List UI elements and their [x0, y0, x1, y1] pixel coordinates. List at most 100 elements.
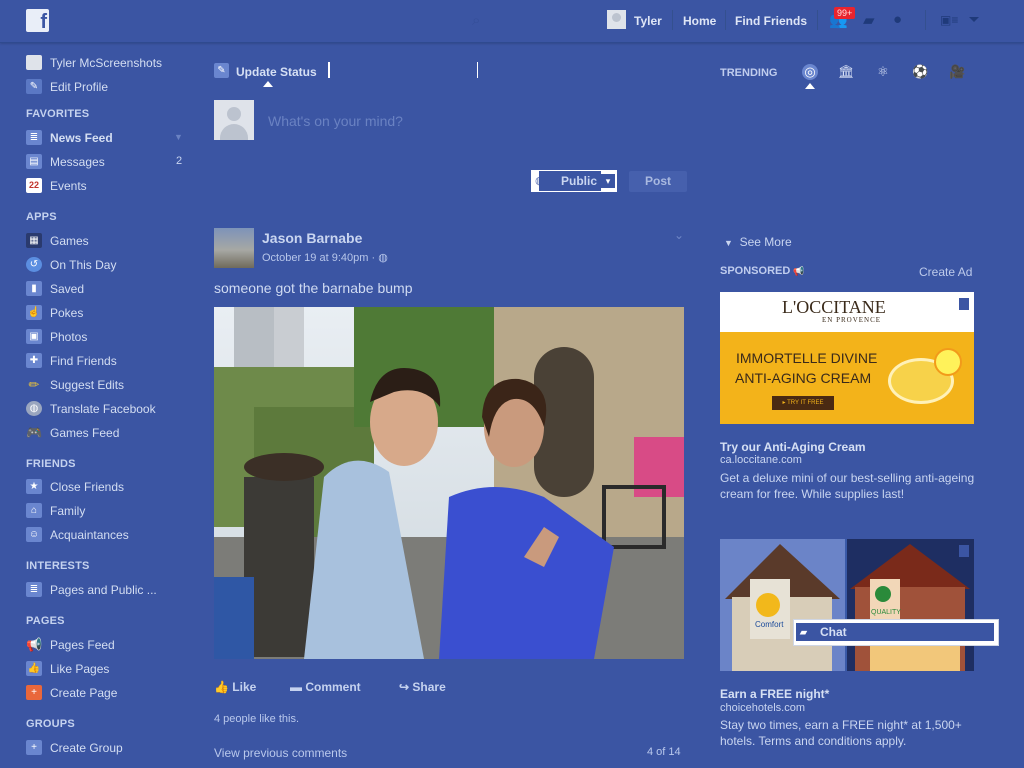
ad-close-icon[interactable]	[959, 298, 969, 310]
sidebar-item-label: Pages and Public ...	[50, 583, 157, 597]
pokes-icon: ☝	[26, 305, 42, 320]
ad-image-choice-hotels[interactable]: Comfort QUALITY	[720, 539, 974, 671]
sidebar-item-acquaintances[interactable]: ☺ Acquaintances	[26, 526, 196, 544]
sidebar-item-on-this-day[interactable]: ↺ On This Day	[26, 256, 196, 274]
sidebar-item-label: Family	[50, 504, 86, 518]
see-more-link[interactable]: ▼ See More	[724, 235, 792, 249]
ad-image-loccitane[interactable]: L'OCCITANE EN PROVENCE IMMORTELLE DIVINE…	[720, 292, 974, 424]
status-input[interactable]	[266, 112, 670, 130]
sidebar-item-profile[interactable]: Tyler McScreenshots	[26, 54, 196, 72]
ad-sign-text-2: QUALITY	[871, 609, 901, 616]
search-icon[interactable]: ⌕	[472, 12, 480, 29]
find-friends-icon: ✚	[26, 353, 42, 368]
post-timestamp[interactable]: October 19 at 9:40pm · ◍	[262, 251, 388, 264]
post-button[interactable]: Post	[629, 171, 687, 192]
sidebar-item-create-group[interactable]: + Create Group	[26, 739, 196, 757]
events-icon: 22	[26, 178, 42, 193]
ad-brand-subtext: EN PROVENCE	[822, 316, 882, 324]
trending-sports-icon[interactable]: ⚽	[912, 64, 928, 80]
ad-headline-1: IMMORTELLE DIVINE	[736, 350, 878, 366]
messages-icon: ▤	[26, 154, 42, 169]
sidebar-item-label: Tyler McScreenshots	[50, 56, 163, 70]
sidebar-item-games-feed[interactable]: 🎮 Games Feed	[26, 424, 196, 442]
section-heading-favorites: FAVORITES	[26, 108, 90, 120]
sidebar-item-events[interactable]: 22 Events	[26, 177, 196, 195]
sidebar-item-label: News Feed	[50, 131, 113, 145]
chat-bar[interactable]: ▰ Chat	[793, 619, 999, 646]
ad-description: Get a deluxe mini of our best-selling an…	[720, 471, 975, 501]
create-ad-link[interactable]: Create Ad	[919, 265, 972, 279]
ad-description: Stay two times, earn a FREE night* at 1,…	[720, 718, 962, 748]
trending-top-icon[interactable]: ◎	[802, 64, 818, 80]
post-author-name[interactable]: Jason Barnabe	[262, 230, 362, 246]
audience-selector-button[interactable]: ◍ Public ▾	[531, 170, 617, 192]
tab-divider	[477, 62, 478, 78]
sidebar-item-label: Like Pages	[50, 662, 110, 676]
sidebar-item-photos[interactable]: ▣ Photos	[26, 328, 196, 346]
view-previous-comments-link[interactable]: View previous comments	[214, 746, 347, 760]
post-options-chevron-down-icon[interactable]: ⌄	[674, 228, 684, 242]
sidebar-item-messages[interactable]: ▤ Messages 2	[26, 153, 196, 171]
ad-brand-text: L'OCCITANE	[782, 297, 886, 317]
sidebar-item-pages-and-public[interactable]: ≣ Pages and Public ...	[26, 581, 196, 599]
sidebar-item-pages-feed[interactable]: 📢 Pages Feed	[26, 636, 196, 654]
chevron-down-icon: ▼	[724, 238, 733, 248]
sidebar-item-label: Games Feed	[50, 426, 120, 440]
sidebar-item-edit-profile[interactable]: ✎ Edit Profile	[26, 78, 196, 96]
sidebar-item-games[interactable]: ▦ Games	[26, 232, 196, 250]
ad-headline-2: ANTI-AGING CREAM	[735, 370, 872, 386]
chevron-down-icon[interactable]: ▼	[174, 132, 183, 142]
top-avatar[interactable]	[607, 10, 626, 29]
privacy-shortcuts-icon[interactable]: ▣≡	[940, 13, 958, 27]
ad-title[interactable]: Earn a FREE night*	[720, 687, 829, 701]
sidebar-item-close-friends[interactable]: ★ Close Friends	[26, 478, 196, 496]
thumbs-up-icon: 👍	[26, 661, 42, 676]
facebook-logo-icon[interactable]: f	[26, 9, 49, 33]
sidebar-item-label: Edit Profile	[50, 80, 109, 94]
sidebar-item-pokes[interactable]: ☝ Pokes	[26, 304, 196, 322]
profile-avatar-icon	[26, 55, 42, 70]
sidebar-item-family[interactable]: ⌂ Family	[26, 502, 196, 520]
tab-update-status[interactable]: Update Status	[236, 65, 317, 79]
comment-button[interactable]: ▬ Comment	[290, 680, 361, 694]
sidebar-item-news-feed[interactable]: ≣ News Feed ▼	[26, 129, 186, 147]
post-text: someone got the barnabe bump	[214, 280, 413, 296]
notifications-globe-icon[interactable]: ●	[893, 11, 902, 28]
trending-entertainment-icon[interactable]: 🎥	[949, 64, 965, 80]
section-heading-groups: GROUPS	[26, 718, 75, 730]
photos-icon: ▣	[26, 329, 42, 344]
trending-politics-icon[interactable]: 🏛	[838, 64, 855, 80]
pages-public-icon: ≣	[26, 582, 42, 597]
sidebar-item-saved[interactable]: ▮ Saved	[26, 280, 196, 298]
sidebar-item-label: Create Page	[50, 686, 118, 700]
share-button[interactable]: ↪ Share	[399, 680, 446, 694]
create-page-icon: +	[26, 685, 42, 700]
likes-summary[interactable]: 4 people like this.	[214, 713, 299, 725]
post-author-avatar[interactable]	[214, 228, 254, 268]
ad-cta-button: ▸ TRY IT FREE	[772, 396, 834, 410]
share-icon: ↪	[399, 680, 410, 694]
profile-link[interactable]: Tyler	[634, 14, 662, 28]
sidebar-item-create-page[interactable]: + Create Page	[26, 684, 196, 702]
sidebar-item-translate-facebook[interactable]: ◍ Translate Facebook	[26, 400, 196, 418]
messages-icon[interactable]: ▰	[863, 11, 875, 29]
friend-requests-badge: 99+	[834, 7, 856, 19]
ad-close-icon[interactable]	[959, 545, 969, 557]
gamepad-icon: 🎮	[26, 425, 43, 440]
find-friends-link[interactable]: Find Friends	[735, 14, 807, 28]
ad-title[interactable]: Try our Anti-Aging Cream	[720, 440, 866, 454]
sidebar-item-suggest-edits[interactable]: ✏ Suggest Edits	[26, 376, 196, 394]
like-button[interactable]: 👍 Like	[214, 680, 256, 694]
sidebar-item-find-friends[interactable]: ✚ Find Friends	[26, 352, 196, 370]
home-link[interactable]: Home	[683, 14, 716, 28]
divider	[817, 10, 818, 30]
trending-science-icon[interactable]: ⚛	[875, 64, 891, 80]
sidebar-item-label: On This Day	[50, 258, 117, 272]
megaphone-icon: 📢	[793, 266, 805, 276]
account-menu-chevron-down-icon[interactable]	[969, 17, 979, 22]
sidebar-item-like-pages[interactable]: 👍 Like Pages	[26, 660, 196, 678]
games-icon: ▦	[26, 233, 42, 248]
divider	[672, 10, 673, 30]
post-photo[interactable]	[214, 307, 684, 659]
family-icon: ⌂	[26, 503, 42, 518]
